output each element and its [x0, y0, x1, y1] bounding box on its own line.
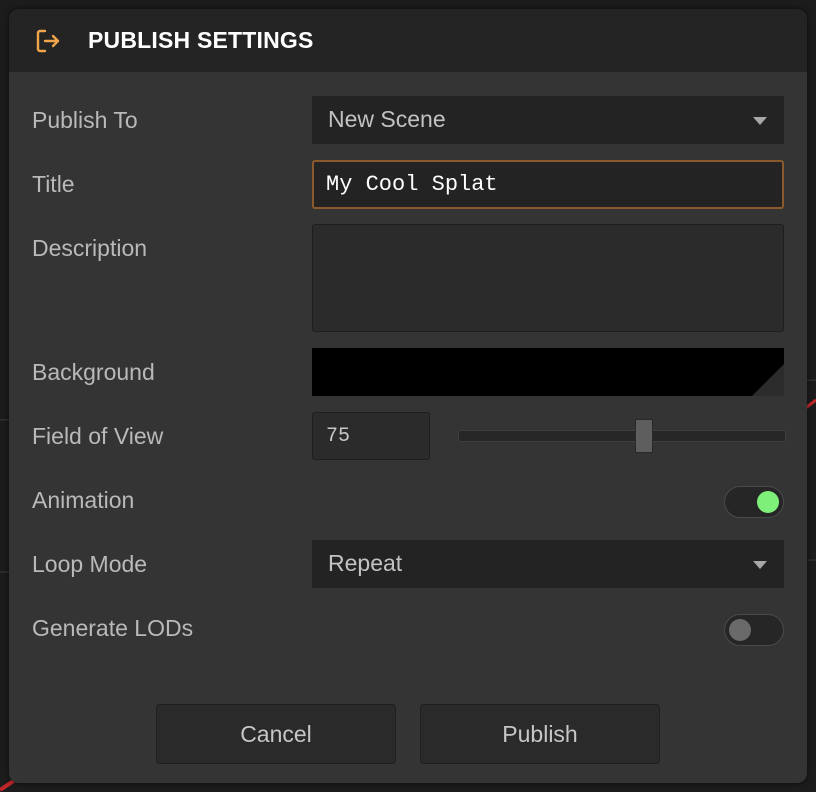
title-label: Title — [32, 171, 75, 197]
toggle-knob — [757, 491, 779, 513]
description-label: Description — [32, 235, 148, 261]
dialog-header: PUBLISH SETTINGS — [9, 9, 807, 72]
publish-settings-dialog: PUBLISH SETTINGS Publish To New Scene Ti… — [9, 9, 807, 783]
chevron-down-icon — [753, 117, 767, 125]
dialog-title: PUBLISH SETTINGS — [88, 27, 314, 53]
cancel-button[interactable]: Cancel — [156, 704, 396, 764]
background-color-picker[interactable] — [312, 348, 784, 396]
field-of-view-slider-thumb[interactable] — [635, 419, 653, 453]
field-of-view-label: Field of View — [32, 423, 164, 449]
loop-mode-select[interactable]: Repeat — [312, 540, 784, 588]
animation-label: Animation — [32, 487, 135, 513]
field-of-view-input[interactable] — [312, 412, 430, 460]
publish-to-value: New Scene — [328, 106, 446, 132]
chevron-down-icon — [753, 561, 767, 569]
background-label: Background — [32, 359, 155, 385]
publish-to-select[interactable]: New Scene — [312, 96, 784, 144]
title-input[interactable] — [312, 160, 784, 209]
animation-toggle[interactable] — [724, 486, 784, 518]
loop-mode-value: Repeat — [328, 550, 403, 576]
export-icon — [36, 29, 60, 53]
description-textarea[interactable] — [312, 224, 784, 332]
publish-to-label: Publish To — [32, 107, 138, 133]
generate-lods-label: Generate LODs — [32, 615, 194, 641]
generate-lods-toggle[interactable] — [724, 614, 784, 646]
field-of-view-slider-track[interactable] — [458, 430, 786, 442]
publish-button[interactable]: Publish — [420, 704, 660, 764]
loop-mode-label: Loop Mode — [32, 551, 148, 577]
color-corner-indicator — [752, 364, 784, 396]
toggle-knob — [729, 619, 751, 641]
